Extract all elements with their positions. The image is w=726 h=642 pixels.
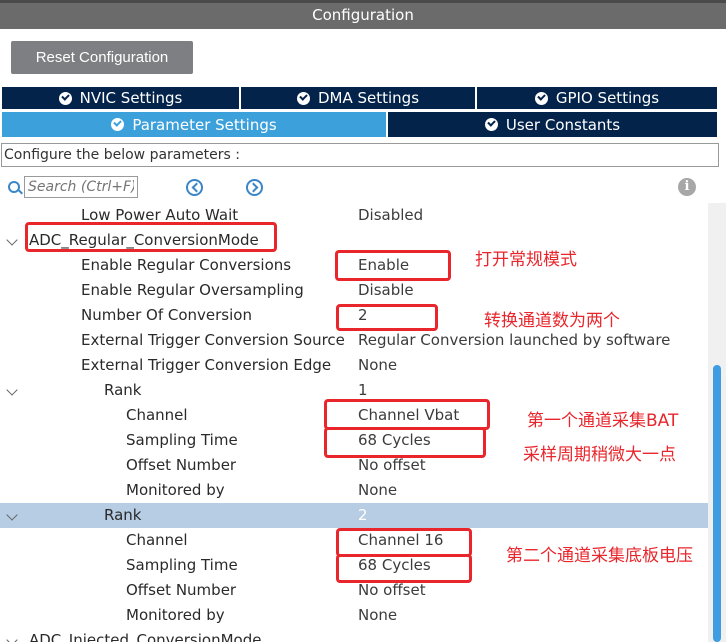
highlight-box [25, 222, 277, 252]
check-circle-icon [58, 91, 72, 105]
search-toolbar: i [0, 174, 726, 202]
check-circle-icon [296, 91, 310, 105]
param-label: Rank [104, 381, 142, 399]
tab-gpio-settings[interactable]: GPIO Settings [476, 86, 718, 110]
chevron-down-icon[interactable] [6, 509, 18, 521]
tab-label: Parameter Settings [132, 115, 277, 134]
param-label: Monitored by [126, 606, 225, 624]
configure-parameters-label: Configure the below parameters : [1, 143, 719, 167]
tab-label: GPIO Settings [555, 89, 660, 107]
annotation-note: 第一个通道采集BAT [527, 411, 679, 431]
highlight-box [324, 399, 490, 430]
tab-nvic-settings[interactable]: NVIC Settings [1, 86, 240, 110]
param-value: 2 [358, 506, 368, 524]
param-value: None [358, 481, 398, 499]
highlight-box [336, 528, 472, 557]
highlight-box [324, 427, 486, 458]
highlight-box [335, 250, 451, 281]
search-input[interactable] [24, 176, 138, 198]
chevron-down-icon[interactable] [6, 384, 18, 396]
param-value: None [358, 356, 398, 374]
param-value: Disabled [358, 206, 424, 224]
tab-label: NVIC Settings [79, 89, 183, 107]
vertical-scrollbar[interactable] [708, 203, 726, 642]
group-label: ADC_Injected_ConversionMode [29, 631, 262, 642]
param-label: Sampling Time [126, 556, 238, 574]
tab-parameter-settings[interactable]: Parameter Settings [1, 111, 387, 138]
tree-row[interactable]: External Trigger Conversion Source Regul… [0, 328, 708, 353]
tree-row[interactable]: Enable Regular Oversampling Disable [0, 278, 708, 303]
highlight-box [336, 304, 438, 331]
annotation-note: 打开常规模式 [475, 250, 577, 270]
annotation-note: 第二个通道采集底板电压 [506, 546, 693, 566]
check-circle-icon [484, 118, 498, 131]
check-circle-icon [534, 91, 548, 105]
tab-label: DMA Settings [317, 89, 420, 107]
param-label: Rank [104, 506, 142, 524]
param-label: Channel [126, 406, 188, 424]
param-label: Offset Number [126, 456, 237, 474]
chevron-down-icon[interactable] [6, 634, 18, 642]
search-next-icon[interactable] [246, 179, 263, 196]
title-bar-top-edge [0, 0, 726, 3]
reset-configuration-button[interactable]: Reset Configuration [11, 41, 193, 74]
tree-group-rank-2[interactable]: Rank 2 [0, 503, 708, 528]
search-previous-icon[interactable] [186, 179, 203, 196]
param-value: Regular Conversion launched by software [358, 331, 671, 349]
param-label: Number Of Conversion [81, 306, 252, 324]
scrollbar-thumb[interactable] [713, 365, 721, 642]
param-label: Channel [126, 531, 188, 549]
tree-row[interactable]: External Trigger Conversion Edge None [0, 353, 708, 378]
param-label: Enable Regular Oversampling [81, 281, 304, 299]
tree-row[interactable]: Monitored by None [0, 603, 708, 628]
param-label: Sampling Time [126, 431, 238, 449]
param-label: Offset Number [126, 581, 237, 599]
tree-row[interactable]: Monitored by None [0, 478, 708, 503]
panel-title: Configuration [312, 6, 414, 24]
tab-user-constants[interactable]: User Constants [387, 111, 718, 138]
search-icon [8, 181, 20, 193]
info-icon[interactable]: i [678, 178, 696, 196]
param-label: External Trigger Conversion Edge [81, 356, 332, 374]
check-circle-icon [111, 118, 125, 131]
tab-label: User Constants [505, 115, 621, 134]
annotation-note: 采样周期稍微大一点 [523, 445, 676, 465]
annotation-note: 转换通道数为两个 [484, 311, 620, 331]
param-label: External Trigger Conversion Source [81, 331, 345, 349]
param-value: Disable [358, 281, 414, 299]
param-label: Enable Regular Conversions [81, 256, 292, 274]
chevron-down-icon[interactable] [6, 234, 18, 246]
tab-dma-settings[interactable]: DMA Settings [240, 86, 476, 110]
tree-group-injected-conversion[interactable]: ADC_Injected_ConversionMode [0, 628, 708, 642]
param-label: Monitored by [126, 481, 225, 499]
configuration-title-bar: Configuration [0, 0, 726, 29]
highlight-box [336, 554, 472, 583]
param-value: None [358, 606, 398, 624]
